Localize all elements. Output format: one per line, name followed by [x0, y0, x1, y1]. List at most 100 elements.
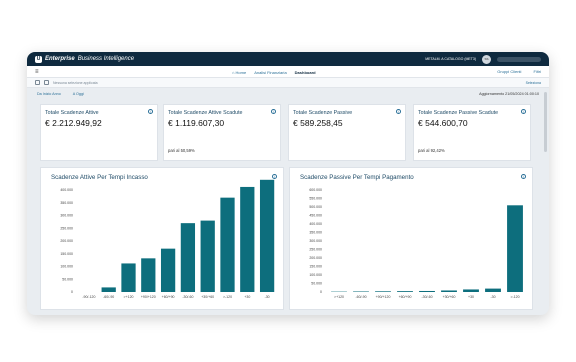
kpi-value: € 589.258,45: [293, 118, 343, 128]
avatar[interactable]: SS: [482, 54, 491, 64]
kpi-title: Totale Scadenze Attive: [45, 110, 99, 116]
kpi-title: Totale Scadenze Attive Scadute: [168, 110, 243, 116]
kpi-card-attive: Totale Scadenze Attive € 2.212.949,92 i: [40, 104, 158, 161]
kpi-note: pari al 92,42%: [418, 148, 445, 153]
bar[interactable]: [220, 197, 235, 292]
info-icon[interactable]: i: [148, 109, 153, 114]
scrollbar[interactable]: [544, 92, 547, 152]
chart-attive: 0 50.000 100.000 150.000 200.000 250.000 300.0…: [60, 179, 275, 299]
date-from-button[interactable]: Da Inizio Anno: [37, 92, 61, 96]
x-tick-label: +30: [468, 295, 474, 299]
bar[interactable]: [180, 223, 196, 292]
seleziona-link[interactable]: Seleziona: [526, 81, 541, 85]
top-header: U Enterprise Business Intelligence METAL…: [27, 52, 549, 66]
x-tick-label: -30/-60: [421, 295, 432, 299]
bar[interactable]: [160, 248, 176, 292]
x-tick-label: -90/-120: [82, 295, 95, 299]
hamburger-icon[interactable]: ≡: [35, 69, 39, 75]
breadcrumb: ⌂ Home Analisi Finanziaria Dashboard: [232, 66, 316, 78]
bar[interactable]: [441, 290, 457, 292]
kpi-value: € 544.600,70: [418, 118, 468, 128]
filter-icon[interactable]: [35, 80, 40, 85]
nav-bar: ≡ ⌂ Home Analisi Finanziaria Dashboard G…: [27, 66, 549, 78]
bar[interactable]: [259, 179, 275, 292]
y-tick-label: 450.000: [309, 214, 322, 218]
logo-mark: U: [35, 55, 42, 63]
y-tick-label: 100.000: [309, 273, 322, 277]
y-tick-label: 600.000: [309, 188, 322, 192]
date-to-button[interactable]: A Oggi: [73, 92, 84, 96]
kpi-value: € 2.212.949,92: [45, 118, 102, 128]
y-tick-label: 0: [71, 290, 73, 294]
bar[interactable]: [463, 289, 479, 292]
app-logo[interactable]: U Enterprise Business Intelligence: [35, 55, 135, 63]
crumb-analisi[interactable]: Analisi Finanziaria: [254, 70, 286, 75]
kpi-title: Totale Scadenze Passive Scadute: [418, 110, 499, 116]
x-tick-label: +30: [244, 295, 250, 299]
info-icon[interactable]: i: [396, 109, 401, 114]
info-icon[interactable]: i: [271, 109, 276, 114]
bar[interactable]: [397, 291, 413, 292]
catalog-selector[interactable]: METALM. A CATALOGO (MET3): [425, 57, 476, 61]
kpi-title: Totale Scadenze Passive: [293, 110, 353, 116]
bar[interactable]: [121, 263, 136, 292]
gruppi-clienti-button[interactable]: Gruppi Clienti: [497, 69, 521, 74]
y-tick-label: 350.000: [60, 201, 73, 205]
y-tick-label: 250.000: [60, 226, 73, 230]
bar[interactable]: [141, 258, 156, 292]
y-tick-label: 150.000: [60, 252, 73, 256]
x-tick-label: +30/+60: [443, 295, 456, 299]
y-tick-label: 550.000: [309, 197, 322, 201]
chart-panel-passive: Scadenze Passive Per Tempi Pagamento i 0…: [289, 167, 533, 310]
bar[interactable]: [200, 220, 215, 292]
x-tick-label: -30/-60: [182, 295, 193, 299]
chart-passive: 0 50.000 100.000 150.000 200.000 250.000 300.0…: [309, 188, 523, 299]
user-name-pill[interactable]: [497, 56, 541, 62]
bar[interactable]: [101, 287, 116, 292]
y-tick-label: 200.000: [309, 256, 322, 260]
y-tick-label: 400.000: [309, 222, 322, 226]
bar[interactable]: [353, 291, 369, 292]
y-tick-label: 200.000: [60, 239, 73, 243]
x-tick-label: -30: [490, 295, 495, 299]
y-tick-label: 300.000: [309, 239, 322, 243]
kpi-note: pari al 50,59%: [168, 148, 195, 153]
bar[interactable]: [419, 290, 435, 292]
y-tick-label: 0: [320, 290, 322, 294]
y-tick-label: 350.000: [309, 231, 322, 235]
y-tick-label: 500.000: [309, 205, 322, 209]
x-tick-label: -60/-90: [103, 295, 114, 299]
y-tick-label: 100.000: [60, 265, 73, 269]
app-window: U Enterprise Business Intelligence METAL…: [27, 52, 549, 315]
x-tick-label: >-120: [510, 295, 519, 299]
bar[interactable]: [240, 186, 255, 292]
brand-rest: Business Intelligence: [77, 56, 135, 62]
x-tick-label: >-120: [223, 295, 232, 299]
kpi-card-attive-scadute: Totale Scadenze Attive Scadute € 1.119.6…: [163, 104, 281, 161]
x-tick-label: +90/+120: [376, 295, 391, 299]
filter-bar: Nessuna selezione applicata Seleziona: [27, 78, 549, 88]
y-tick-label: 50.000: [311, 282, 322, 286]
crumb-home[interactable]: ⌂ Home: [232, 70, 246, 75]
filtri-button[interactable]: Filtri: [533, 69, 541, 74]
info-icon[interactable]: i: [521, 109, 526, 114]
x-tick-label: +60/+90: [399, 295, 412, 299]
bar[interactable]: [507, 205, 523, 292]
bar[interactable]: [375, 291, 391, 292]
y-tick-label: 250.000: [309, 248, 322, 252]
y-tick-label: 400.000: [60, 188, 73, 192]
x-tick-label: >+120: [124, 295, 134, 299]
refresh-icon[interactable]: [44, 80, 49, 85]
y-tick-label: 150.000: [309, 265, 322, 269]
x-tick-label: +30/+60: [201, 295, 214, 299]
brand-bold: Enterprise: [45, 56, 75, 62]
bar[interactable]: [485, 288, 501, 292]
x-tick-label: +60/+90: [162, 295, 175, 299]
y-tick-label: 300.000: [60, 214, 73, 218]
date-bar: Da Inizio Anno A Oggi Aggiornamento 21/0…: [27, 89, 549, 99]
crumb-dashboard: Dashboard: [294, 69, 316, 75]
last-update: Aggiornamento 21/05/2024 01:00:10: [479, 92, 539, 96]
x-tick-label: -60/-90: [355, 295, 366, 299]
y-tick-label: 50.000: [62, 277, 73, 281]
kpi-card-passive: Totale Scadenze Passive € 589.258,45 i: [288, 104, 406, 161]
